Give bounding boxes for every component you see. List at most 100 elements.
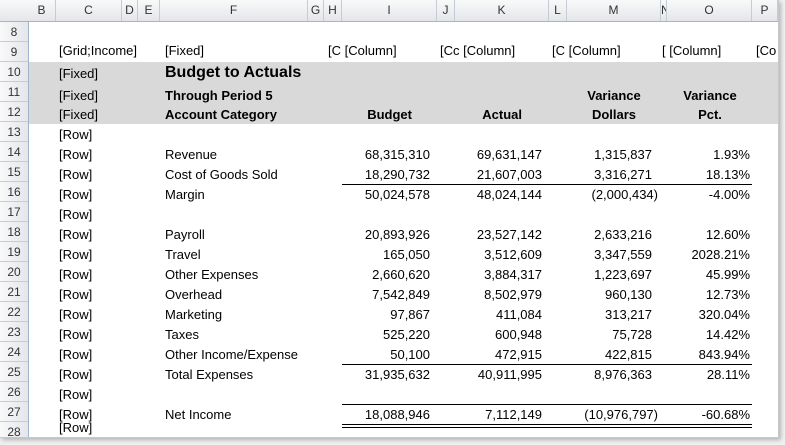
row-type-label[interactable]: [Row] xyxy=(59,125,121,145)
actual-value[interactable]: 472,915 xyxy=(442,345,542,365)
column-header-h[interactable]: H xyxy=(324,0,342,21)
row-type-label[interactable]: [Row] xyxy=(59,365,121,385)
account-label[interactable]: Overhead xyxy=(165,285,335,305)
variance-pct-value[interactable]: 843.94% xyxy=(664,345,750,365)
budget-value[interactable]: 68,315,310 xyxy=(330,145,430,165)
budget-value[interactable]: 31,935,632 xyxy=(330,365,430,385)
variance-pct-value[interactable]: 18.13% xyxy=(664,165,750,185)
row-type-label[interactable]: [Row] xyxy=(59,205,121,225)
variance-dollars-value[interactable]: 3,347,559 xyxy=(552,245,652,265)
account-label[interactable]: Cost of Goods Sold xyxy=(165,165,335,185)
column-header-p[interactable]: P xyxy=(752,0,778,21)
row-header[interactable]: 20 xyxy=(0,262,28,282)
row-type-label[interactable]: [Row] xyxy=(59,285,121,305)
actual-value[interactable]: 8,502,979 xyxy=(442,285,542,305)
grid-income-label[interactable]: [Grid;Income] xyxy=(59,41,159,61)
variance-dollars-value[interactable]: 75,728 xyxy=(552,325,652,345)
row-header[interactable]: 10 xyxy=(0,62,28,82)
variance-dollars-value[interactable]: 422,815 xyxy=(552,345,652,365)
column-tag-k[interactable]: [Cc [Column] xyxy=(440,41,548,61)
variance-dollars-value[interactable]: 313,217 xyxy=(552,305,652,325)
column-heading-variance-pct[interactable]: Pct. xyxy=(666,105,754,125)
report-title[interactable]: Budget to Actuals xyxy=(165,63,365,83)
actual-value[interactable]: 600,948 xyxy=(442,325,542,345)
column-heading-actual[interactable]: Actual xyxy=(440,105,522,125)
variance-pct-value[interactable]: 28.11% xyxy=(664,365,750,385)
fixed-label[interactable]: [Fixed] xyxy=(165,41,305,61)
column-heading-variance-dollars-top[interactable]: Variance xyxy=(570,86,658,106)
account-label[interactable]: Revenue xyxy=(165,145,335,165)
row-type-label[interactable]: [Row] xyxy=(59,225,121,245)
column-heading-variance-dollars[interactable]: Dollars xyxy=(570,105,658,125)
variance-dollars-value[interactable]: 1,315,837 xyxy=(552,145,652,165)
account-label[interactable]: Payroll xyxy=(165,225,335,245)
row-header[interactable]: 18 xyxy=(0,222,28,242)
row-header[interactable]: 9 xyxy=(0,42,28,62)
variance-pct-value[interactable]: 320.04% xyxy=(664,305,750,325)
actual-value[interactable]: 48,024,144 xyxy=(442,185,542,205)
row-header[interactable]: 25 xyxy=(0,362,28,382)
column-header-c[interactable]: C xyxy=(56,0,122,21)
row-header[interactable]: 26 xyxy=(0,382,28,402)
budget-value[interactable]: 50,024,578 xyxy=(330,185,430,205)
budget-value[interactable]: 2,660,620 xyxy=(330,265,430,285)
actual-value[interactable]: 3,512,609 xyxy=(442,245,542,265)
variance-pct-value[interactable]: 45.99% xyxy=(664,265,750,285)
actual-value[interactable]: 40,911,995 xyxy=(442,365,542,385)
budget-value[interactable]: 50,100 xyxy=(330,345,430,365)
column-header-d[interactable]: D xyxy=(122,0,138,21)
account-label[interactable]: Travel xyxy=(165,245,335,265)
actual-value[interactable]: 21,607,003 xyxy=(442,165,542,185)
variance-dollars-value[interactable]: 960,130 xyxy=(552,285,652,305)
row-header[interactable]: 23 xyxy=(0,322,28,342)
row-type-label[interactable]: [Row] xyxy=(59,420,121,436)
row-type-label[interactable]: [Row] xyxy=(59,165,121,185)
report-subtitle[interactable]: Through Period 5 xyxy=(165,86,335,106)
budget-value[interactable]: 97,867 xyxy=(330,305,430,325)
budget-value[interactable]: 18,088,946 xyxy=(330,405,430,425)
variance-pct-value[interactable]: -4.00% xyxy=(664,185,750,205)
row-header[interactable]: 27 xyxy=(0,402,28,422)
row-type-label[interactable]: [Fixed] xyxy=(59,105,121,125)
account-label[interactable]: Other Expenses xyxy=(165,265,335,285)
account-label[interactable]: Net Income xyxy=(165,405,335,425)
actual-value[interactable]: 411,084 xyxy=(442,305,542,325)
row-header[interactable]: 15 xyxy=(0,162,28,182)
column-header-o[interactable]: O xyxy=(667,0,752,21)
row-type-label[interactable]: [Fixed] xyxy=(59,64,121,84)
account-label[interactable]: Other Income/Expense xyxy=(165,345,335,365)
column-heading-category[interactable]: Account Category xyxy=(165,105,335,125)
account-label[interactable]: Margin xyxy=(165,185,335,205)
column-header-f[interactable]: F xyxy=(160,0,308,21)
row-header[interactable]: 13 xyxy=(0,122,28,142)
row-header[interactable]: 28 xyxy=(0,422,28,437)
account-label[interactable]: Taxes xyxy=(165,325,335,345)
variance-pct-value[interactable]: -60.68% xyxy=(664,405,750,425)
row-type-label[interactable]: [Row] xyxy=(59,305,121,325)
column-header-j[interactable]: J xyxy=(437,0,455,21)
row-header[interactable]: 19 xyxy=(0,242,28,262)
row-type-label[interactable]: [Row] xyxy=(59,385,121,405)
variance-pct-value[interactable]: 12.60% xyxy=(664,225,750,245)
row-type-label[interactable]: [Row] xyxy=(59,245,121,265)
column-tag-m[interactable]: [C [Column] xyxy=(552,41,660,61)
column-header-i[interactable]: I xyxy=(342,0,437,21)
row-type-label[interactable]: [Row] xyxy=(59,145,121,165)
actual-value[interactable]: 69,631,147 xyxy=(442,145,542,165)
row-type-label[interactable]: [Row] xyxy=(59,185,121,205)
row-header[interactable]: 22 xyxy=(0,302,28,322)
column-header-k[interactable]: K xyxy=(455,0,549,21)
column-heading-budget[interactable]: Budget xyxy=(330,105,412,125)
variance-dollars-value[interactable]: (2,000,434) xyxy=(552,185,659,205)
variance-pct-value[interactable]: 12.73% xyxy=(664,285,750,305)
column-heading-variance-pct-top[interactable]: Variance xyxy=(666,86,754,106)
row-header[interactable]: 8 xyxy=(0,22,28,42)
variance-pct-value[interactable]: 2028.21% xyxy=(664,245,750,265)
variance-dollars-value[interactable]: 8,976,363 xyxy=(552,365,652,385)
column-tag-i[interactable]: [C [Column] xyxy=(328,41,436,61)
variance-pct-value[interactable]: 14.42% xyxy=(664,325,750,345)
column-header-l[interactable]: L xyxy=(549,0,567,21)
row-header[interactable]: 21 xyxy=(0,282,28,302)
variance-dollars-value[interactable]: 3,316,271 xyxy=(552,165,652,185)
row-type-label[interactable]: [Row] xyxy=(59,345,121,365)
